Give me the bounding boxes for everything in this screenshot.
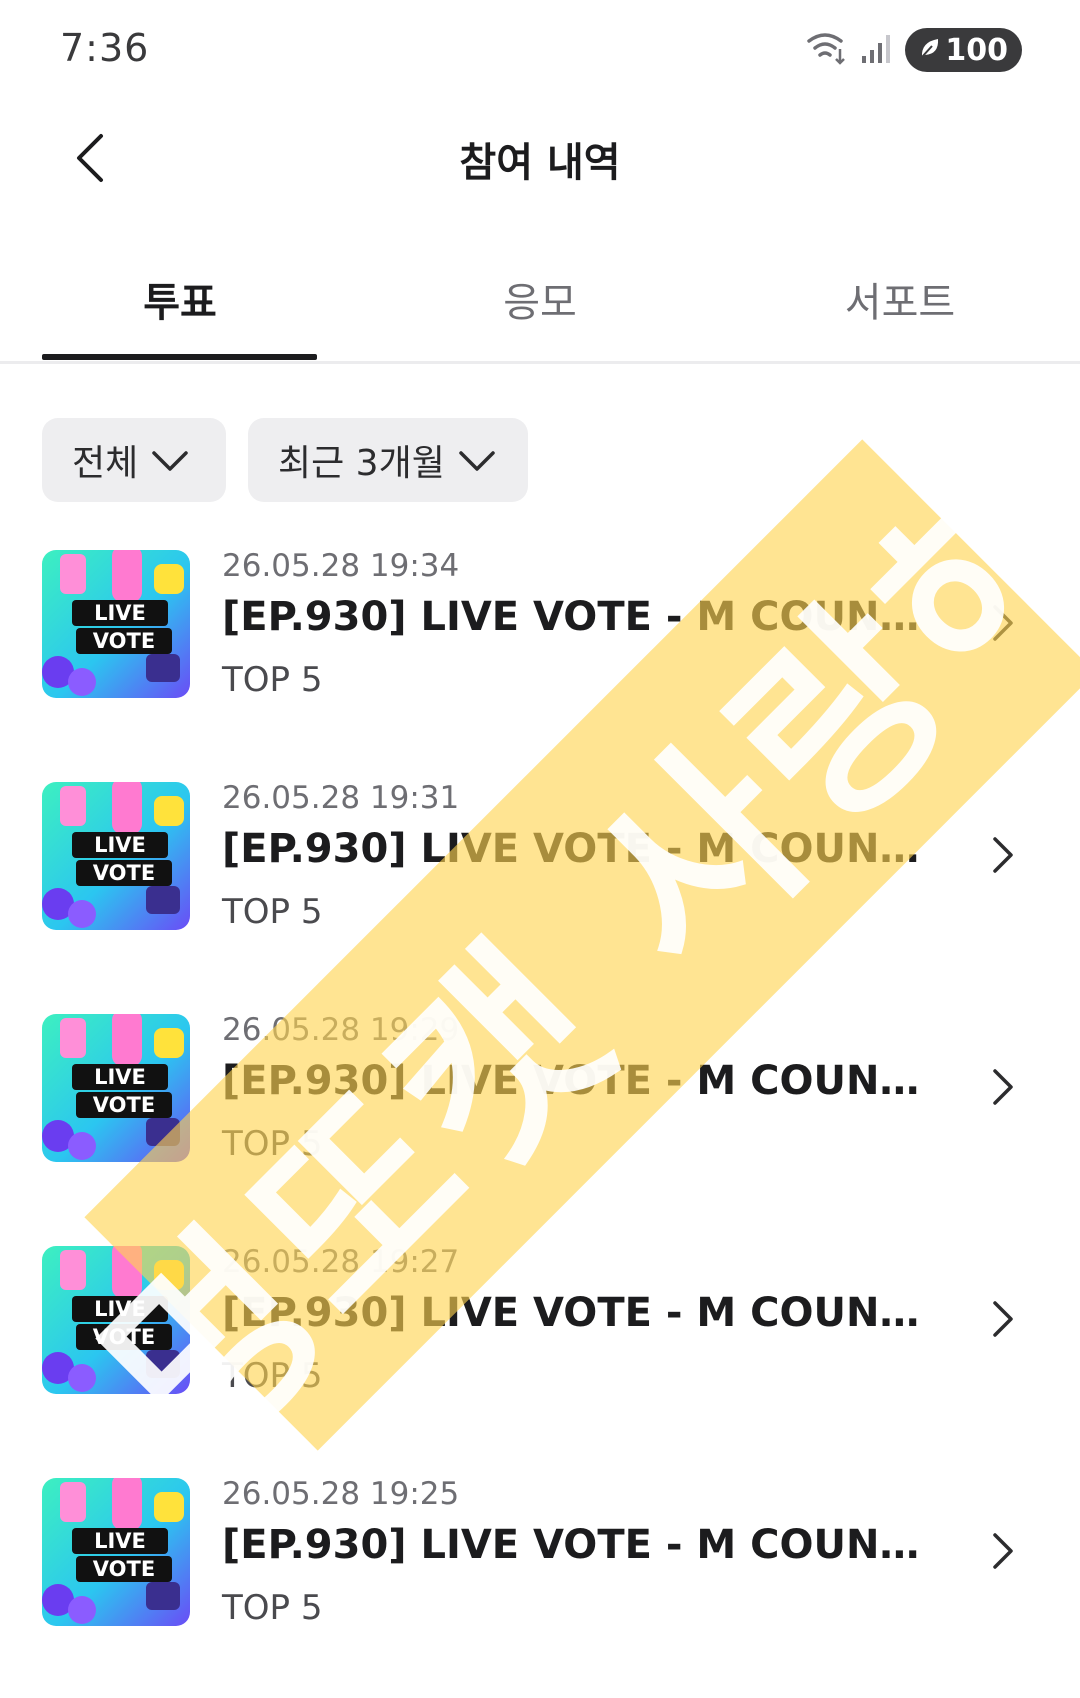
period-filter-dropdown[interactable]: 최근 3개월 <box>248 418 528 502</box>
wifi-icon <box>807 31 847 69</box>
battery-leaf-icon <box>919 33 941 68</box>
vote-history-list: LIVE VOTE 26.05.28 19:34 [EP.930] LIVE V… <box>0 548 1080 1698</box>
vote-title: [EP.930] LIVE VOTE - M COUNTDOWN <box>222 1290 942 1336</box>
live-vote-thumbnail: LIVE VOTE <box>42 1014 190 1162</box>
chevron-right-icon <box>985 603 1021 643</box>
live-vote-thumbnail: LIVE VOTE <box>42 782 190 930</box>
signal-icon <box>861 32 891 68</box>
chevron-right-icon <box>985 835 1021 875</box>
tab-support[interactable]: 서포트 <box>750 240 1050 361</box>
chevron-right-icon <box>985 1299 1021 1339</box>
vote-list-item[interactable]: LIVE VOTE 26.05.28 19:31 [EP.930] LIVE V… <box>0 780 1080 1012</box>
live-vote-thumbnail: LIVE VOTE <box>42 550 190 698</box>
chevron-right-icon <box>985 1531 1021 1571</box>
header: 참여 내역 <box>0 100 1080 220</box>
status-bar: 7:36 100 <box>0 0 1080 100</box>
category-filter-dropdown[interactable]: 전체 <box>42 418 226 502</box>
vote-time: 26.05.28 19:34 <box>222 548 460 584</box>
vote-title: [EP.930] LIVE VOTE - M COUNTDOWN <box>222 826 942 872</box>
tab-indicator <box>42 354 317 360</box>
vote-list-item[interactable]: LIVE VOTE 26.05.28 19:29 [EP.930] LIVE V… <box>0 1012 1080 1244</box>
vote-subtitle: TOP 5 <box>222 1588 323 1628</box>
tab-bar: 투표 응모 서포트 <box>0 240 1080 364</box>
participation-history-screen: 7:36 100 참여 내역 투표 응모 서포트 전체 최근 3개월 LIVE … <box>0 0 1080 1698</box>
vote-time: 26.05.28 19:25 <box>222 1476 460 1512</box>
status-icons: 100 <box>807 28 1022 72</box>
vote-title: [EP.930] LIVE VOTE - M COUNTDOWN <box>222 594 942 640</box>
thumb-live-text: LIVE <box>94 1065 146 1089</box>
status-time: 7:36 <box>60 26 150 70</box>
thumb-live-text: LIVE <box>94 1297 146 1321</box>
vote-time: 26.05.28 19:27 <box>222 1244 460 1280</box>
vote-title: [EP.930] LIVE VOTE - M COUNTDOWN <box>222 1058 942 1104</box>
live-vote-thumbnail: LIVE VOTE <box>42 1478 190 1626</box>
category-filter-label: 전체 <box>72 443 139 484</box>
thumb-vote-text: VOTE <box>93 1093 155 1117</box>
chevron-down-icon <box>459 440 495 481</box>
vote-subtitle: TOP 5 <box>222 892 323 932</box>
page-title: 참여 내역 <box>459 140 621 186</box>
thumb-vote-text: VOTE <box>93 1325 155 1349</box>
vote-subtitle: TOP 5 <box>222 1124 323 1164</box>
chevron-down-icon <box>152 440 188 481</box>
battery-indicator: 100 <box>905 28 1022 72</box>
vote-subtitle: TOP 5 <box>222 1356 323 1396</box>
thumb-live-text: LIVE <box>94 833 146 857</box>
vote-list-item[interactable]: LIVE VOTE 26.05.28 19:25 [EP.930] LIVE V… <box>0 1476 1080 1698</box>
vote-subtitle: TOP 5 <box>222 660 323 700</box>
thumb-live-text: LIVE <box>94 601 146 625</box>
thumb-vote-text: VOTE <box>93 629 155 653</box>
thumb-live-text: LIVE <box>94 1529 146 1553</box>
filter-row: 전체 최근 3개월 <box>42 418 528 502</box>
chevron-right-icon <box>985 1067 1021 1107</box>
vote-time: 26.05.28 19:29 <box>222 1012 460 1048</box>
tab-entry[interactable]: 응모 <box>390 240 690 361</box>
period-filter-label: 최근 3개월 <box>278 443 445 484</box>
thumb-vote-text: VOTE <box>93 861 155 885</box>
live-vote-thumbnail: LIVE VOTE <box>42 1246 190 1394</box>
vote-title: [EP.930] LIVE VOTE - M COUNTDOWN <box>222 1522 942 1568</box>
battery-level: 100 <box>945 32 1008 68</box>
thumb-vote-text: VOTE <box>93 1557 155 1581</box>
vote-list-item[interactable]: LIVE VOTE 26.05.28 19:34 [EP.930] LIVE V… <box>0 548 1080 780</box>
vote-list-item[interactable]: LIVE VOTE 26.05.28 19:27 [EP.930] LIVE V… <box>0 1244 1080 1476</box>
vote-time: 26.05.28 19:31 <box>222 780 460 816</box>
tab-vote[interactable]: 투표 <box>30 240 330 361</box>
